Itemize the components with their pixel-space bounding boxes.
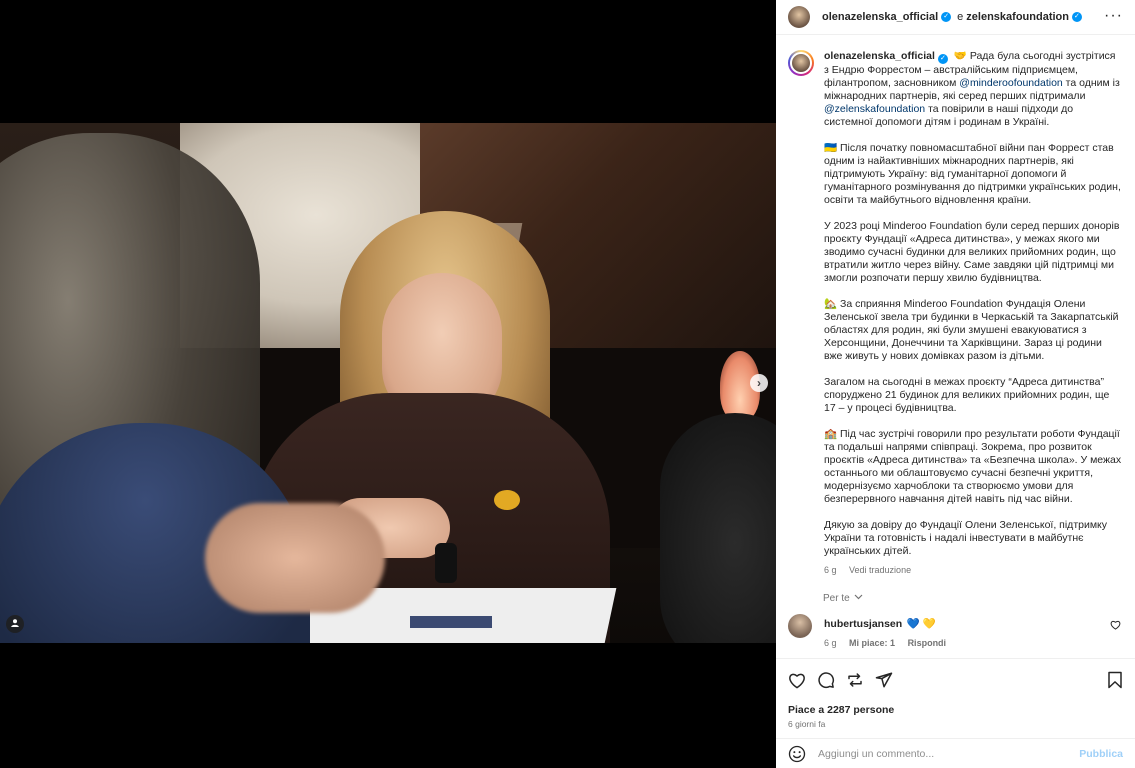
- repost-icon[interactable]: [846, 671, 864, 689]
- post-header: olenazelenska_official ✓ e zelenskafound…: [776, 0, 1135, 35]
- per-te-dropdown[interactable]: Per te: [823, 593, 1123, 604]
- caption-username[interactable]: olenazelenska_official: [824, 50, 935, 62]
- verified-badge-icon: ✓: [941, 12, 952, 22]
- comment-time: 6 g: [824, 638, 837, 648]
- caption-paragraph: 🏡 За сприяння Minderoo Foundation Фундац…: [824, 298, 1119, 362]
- caption-meta: 6 g Vedi traduzione: [824, 564, 1123, 577]
- chevron-down-icon: [855, 594, 863, 600]
- publish-button[interactable]: Pubblica: [1079, 748, 1123, 760]
- avatar[interactable]: [788, 614, 812, 638]
- heart-icon[interactable]: [1110, 620, 1121, 630]
- comment-input[interactable]: [818, 747, 1080, 760]
- comment-username[interactable]: hubertusjansen: [824, 618, 902, 630]
- comment-item: hubertusjansen 💙 💛 6 g Mi piace: 1 Rispo…: [788, 614, 1123, 648]
- post-sidebar: olenazelenska_official ✓ e zelenskafound…: [776, 0, 1135, 768]
- caption-time: 6 g: [824, 565, 837, 575]
- bookmark-icon[interactable]: [1107, 671, 1123, 689]
- header-username[interactable]: olenazelenska_official: [822, 11, 938, 23]
- see-translation-link[interactable]: Vedi traduzione: [849, 565, 911, 575]
- per-te-label: Per te: [823, 593, 850, 604]
- heart-icon[interactable]: [788, 672, 806, 689]
- reply-button[interactable]: Rispondi: [908, 638, 947, 648]
- header-collaborator[interactable]: zelenskafoundation: [966, 11, 1069, 23]
- caption-paragraph: Загалом на сьогодні в межах проєкту “Адр…: [824, 376, 1110, 414]
- comment-composer: Pubblica: [776, 738, 1135, 768]
- post-caption: olenazelenska_official ✓ 🤝 Рада була сьог…: [788, 50, 1123, 577]
- caption-paragraph: Дякую за довіру до Фундації Олени Зеленс…: [824, 519, 1108, 557]
- chevron-right-icon[interactable]: ›: [750, 374, 768, 392]
- comment-likes[interactable]: Mi piace: 1: [849, 638, 895, 648]
- caption-paragraph: 🇺🇦 Після початку повномасштабної війни п…: [824, 142, 1121, 206]
- post-media: ›: [0, 0, 776, 768]
- verified-badge-icon: ✓: [1071, 12, 1082, 22]
- verified-badge-icon: ✓: [937, 54, 948, 64]
- post-date: 6 giorni fa: [788, 719, 826, 729]
- user-tag-icon[interactable]: [6, 615, 24, 633]
- comment-text: 💙 💛: [906, 618, 936, 630]
- header-conjunction: e: [957, 11, 964, 23]
- caption-paragraph: У 2023 році Minderoo Foundation були сер…: [824, 220, 1120, 284]
- mention-link[interactable]: @zelenskafoundation: [824, 103, 925, 115]
- more-horizontal-icon[interactable]: ···: [1104, 8, 1123, 24]
- avatar[interactable]: [788, 6, 810, 28]
- caption-paragraph: 🏫 Під час зустрічі говорили про результа…: [824, 428, 1122, 505]
- handshake-emoji: 🤝: [953, 50, 967, 62]
- post-actions: Piace a 2287 persone 6 giorni fa: [776, 658, 1135, 730]
- avatar[interactable]: [788, 50, 814, 76]
- share-icon[interactable]: [875, 671, 893, 689]
- emoji-icon[interactable]: [788, 745, 806, 763]
- post-photo[interactable]: [0, 123, 776, 643]
- comment-icon[interactable]: [817, 671, 835, 689]
- mention-link[interactable]: @minderoofoundation: [959, 77, 1062, 89]
- comments-scroll[interactable]: olenazelenska_official ✓ 🤝 Рада була сьог…: [776, 36, 1135, 658]
- likes-count[interactable]: Piace a 2287 persone: [788, 704, 1123, 716]
